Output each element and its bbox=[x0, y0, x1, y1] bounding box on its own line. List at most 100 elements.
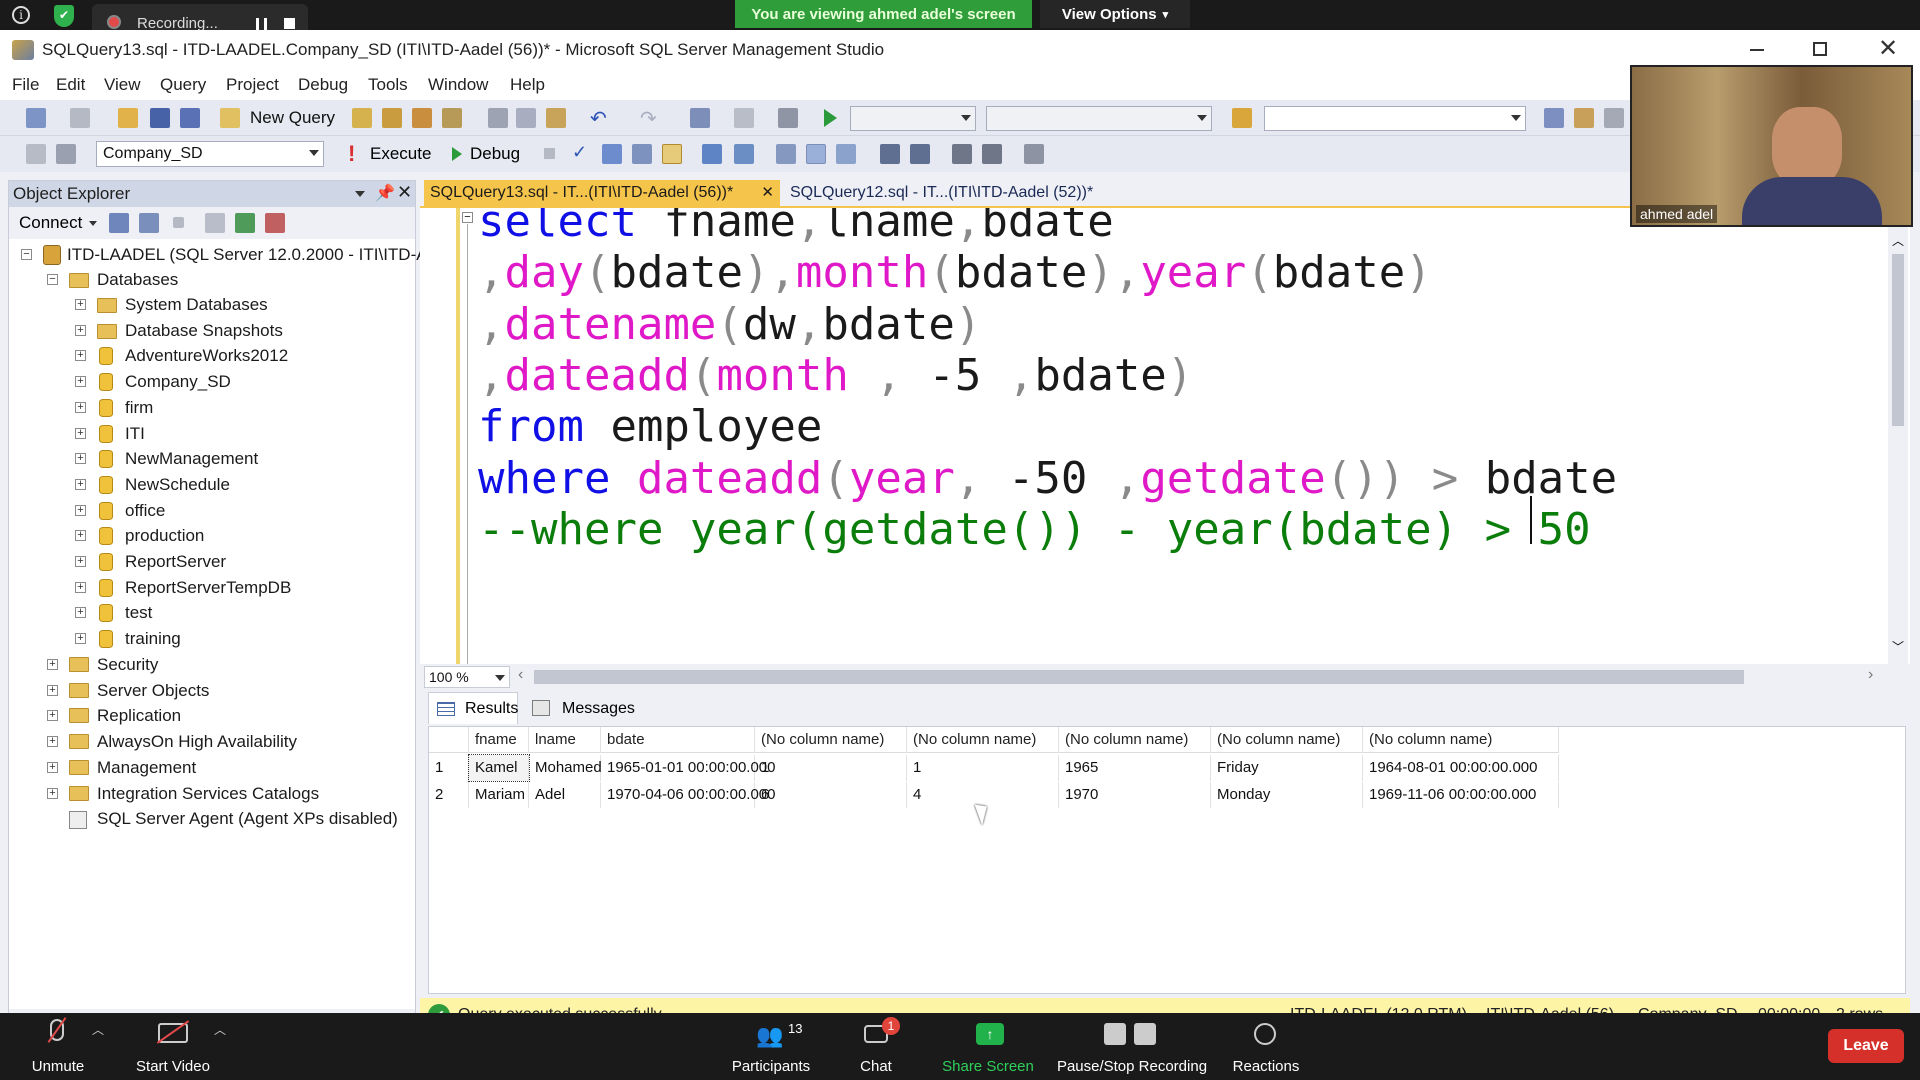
expand-icon[interactable]: + bbox=[75, 581, 86, 593]
results-to-grid-icon[interactable] bbox=[836, 144, 856, 164]
column-header[interactable]: (No column name) bbox=[907, 727, 1059, 753]
customize-icon[interactable] bbox=[1604, 108, 1624, 128]
platform-select[interactable] bbox=[986, 106, 1212, 131]
client-stats-icon[interactable] bbox=[776, 144, 796, 164]
info-icon[interactable]: i bbox=[12, 6, 30, 24]
grid-cell[interactable]: 1969-11-06 00:00:00.000 bbox=[1363, 782, 1559, 808]
tab-results[interactable]: Results bbox=[428, 692, 518, 724]
participants-button[interactable]: 👥 13 Participants bbox=[726, 1017, 816, 1079]
panel-close-icon[interactable]: ✕ bbox=[397, 182, 412, 203]
menu-window[interactable]: Window bbox=[428, 75, 488, 95]
disconnect-icon[interactable] bbox=[139, 213, 159, 233]
increase-indent-icon[interactable] bbox=[982, 144, 1002, 164]
tree-database-item[interactable]: + ITI bbox=[19, 422, 415, 446]
expand-icon[interactable]: + bbox=[47, 684, 58, 696]
tab-sqlquery13[interactable]: SQLQuery13.sql - IT...(ITI\ITD-Aadel (56… bbox=[424, 180, 780, 206]
grid-cell[interactable]: 1964-08-01 00:00:00.000 bbox=[1363, 755, 1559, 781]
start-icon[interactable] bbox=[824, 109, 837, 127]
tree-database-item[interactable]: + System Databases bbox=[19, 293, 415, 317]
open-file-icon[interactable] bbox=[118, 108, 138, 128]
redo-icon[interactable]: ↷ bbox=[640, 106, 657, 131]
paste-icon[interactable] bbox=[546, 108, 566, 128]
grid-cell[interactable]: 1 bbox=[907, 755, 1059, 781]
tree-database-item[interactable]: + Database Snapshots bbox=[19, 319, 415, 343]
column-header[interactable]: (No column name) bbox=[1363, 727, 1559, 753]
expand-icon[interactable]: + bbox=[47, 710, 58, 722]
parse-icon[interactable]: ✓ bbox=[572, 142, 587, 163]
menu-tools[interactable]: Tools bbox=[368, 75, 408, 95]
expand-icon[interactable]: + bbox=[75, 324, 86, 336]
column-header[interactable]: (No column name) bbox=[1211, 727, 1363, 753]
tree-server-node[interactable]: + Replication bbox=[19, 704, 415, 728]
debug-button[interactable]: Debug bbox=[470, 144, 520, 164]
share-screen-button[interactable]: ↑ Share Screen bbox=[936, 1017, 1040, 1079]
minimize-icon[interactable] bbox=[1750, 49, 1764, 51]
audio-options-icon[interactable]: ︿ bbox=[92, 1021, 104, 1038]
tree-database-item[interactable]: + training bbox=[19, 627, 415, 651]
pause-recording-icon[interactable] bbox=[256, 18, 267, 30]
undo-icon[interactable]: ↶ bbox=[590, 106, 607, 131]
execute-button[interactable]: Execute bbox=[370, 144, 431, 164]
menu-project[interactable]: Project bbox=[226, 75, 279, 95]
scroll-right-icon[interactable]: › bbox=[1868, 666, 1873, 684]
grid-cell[interactable]: Adel bbox=[529, 782, 601, 808]
expand-icon[interactable]: + bbox=[47, 659, 58, 670]
menu-query[interactable]: Query bbox=[160, 75, 206, 95]
uncomment-icon[interactable] bbox=[910, 144, 930, 164]
activity-monitor-icon[interactable] bbox=[778, 108, 798, 128]
stop-recording-icon[interactable] bbox=[284, 18, 295, 29]
new-query-icon[interactable] bbox=[220, 108, 240, 128]
tree-database-item[interactable]: + Company_SD bbox=[19, 370, 415, 394]
tree-database-item[interactable]: + test bbox=[19, 601, 415, 625]
expand-icon[interactable]: + bbox=[75, 376, 86, 388]
grid-cell[interactable]: Friday bbox=[1211, 755, 1363, 781]
chevron-down-icon[interactable] bbox=[89, 221, 97, 226]
grid-cell[interactable]: Monday bbox=[1211, 782, 1363, 808]
expand-icon[interactable]: + bbox=[47, 761, 58, 773]
xmla-query-icon[interactable] bbox=[442, 108, 462, 128]
cut-icon[interactable] bbox=[488, 108, 508, 128]
copy-icon[interactable] bbox=[516, 108, 536, 128]
column-header[interactable]: fname bbox=[469, 727, 529, 753]
expand-icon[interactable]: + bbox=[75, 350, 86, 362]
solution-config-select[interactable] bbox=[850, 106, 976, 131]
toolbox-icon[interactable] bbox=[1574, 108, 1594, 128]
change-connection-icon[interactable] bbox=[56, 144, 76, 164]
pin-icon[interactable]: 📌 bbox=[375, 183, 395, 203]
tree-server[interactable]: − ITD-LAADEL (SQL Server 12.0.2000 - ITI… bbox=[19, 243, 428, 267]
row-number[interactable]: 2 bbox=[429, 782, 469, 808]
row-number[interactable]: 1 bbox=[429, 755, 469, 781]
maximize-icon[interactable] bbox=[1813, 42, 1827, 56]
grid-cell[interactable]: 1965 bbox=[1059, 755, 1211, 781]
collapse-icon[interactable]: − bbox=[21, 249, 32, 260]
specify-values-icon[interactable] bbox=[1024, 144, 1044, 164]
horizontal-scrollbar-thumb[interactable] bbox=[534, 670, 1744, 684]
close-icon[interactable]: ✕ bbox=[1878, 34, 1898, 63]
scroll-left-icon[interactable]: ‹ bbox=[518, 666, 523, 684]
tab-messages[interactable]: Messages bbox=[524, 692, 635, 724]
view-options-button[interactable]: View Options ▾ bbox=[1040, 0, 1190, 28]
cancel-query-icon[interactable] bbox=[544, 148, 555, 159]
include-plan-icon[interactable] bbox=[702, 144, 722, 164]
expand-icon[interactable]: + bbox=[75, 478, 86, 490]
video-options-icon[interactable]: ︿ bbox=[214, 1021, 226, 1038]
column-header[interactable]: (No column name) bbox=[755, 727, 907, 753]
close-tab-icon[interactable]: ✕ bbox=[761, 183, 774, 201]
add-item-icon[interactable] bbox=[70, 108, 90, 128]
tree-server-node[interactable]: + Server Objects bbox=[19, 679, 415, 703]
column-header[interactable]: lname bbox=[529, 727, 601, 753]
intellisense-icon[interactable] bbox=[662, 144, 682, 164]
pause-stop-recording-button[interactable]: Pause/Stop Recording bbox=[1054, 1017, 1210, 1079]
grid-cell[interactable]: 6 bbox=[755, 782, 907, 808]
tree-databases[interactable]: − Databases bbox=[19, 268, 415, 292]
tree-database-item[interactable]: + office bbox=[19, 499, 415, 523]
grid-corner[interactable] bbox=[429, 727, 469, 753]
connect-icon[interactable] bbox=[26, 144, 46, 164]
grid-cell[interactable]: Mohamed bbox=[529, 755, 602, 781]
stop-icon[interactable] bbox=[173, 217, 184, 228]
grid-cell[interactable]: Mariam bbox=[469, 782, 529, 808]
save-all-icon[interactable] bbox=[180, 108, 200, 128]
chat-button[interactable]: 1 Chat bbox=[836, 1017, 916, 1079]
scroll-up-icon[interactable]: ︿ bbox=[1892, 232, 1904, 249]
expand-icon[interactable]: + bbox=[75, 530, 86, 542]
